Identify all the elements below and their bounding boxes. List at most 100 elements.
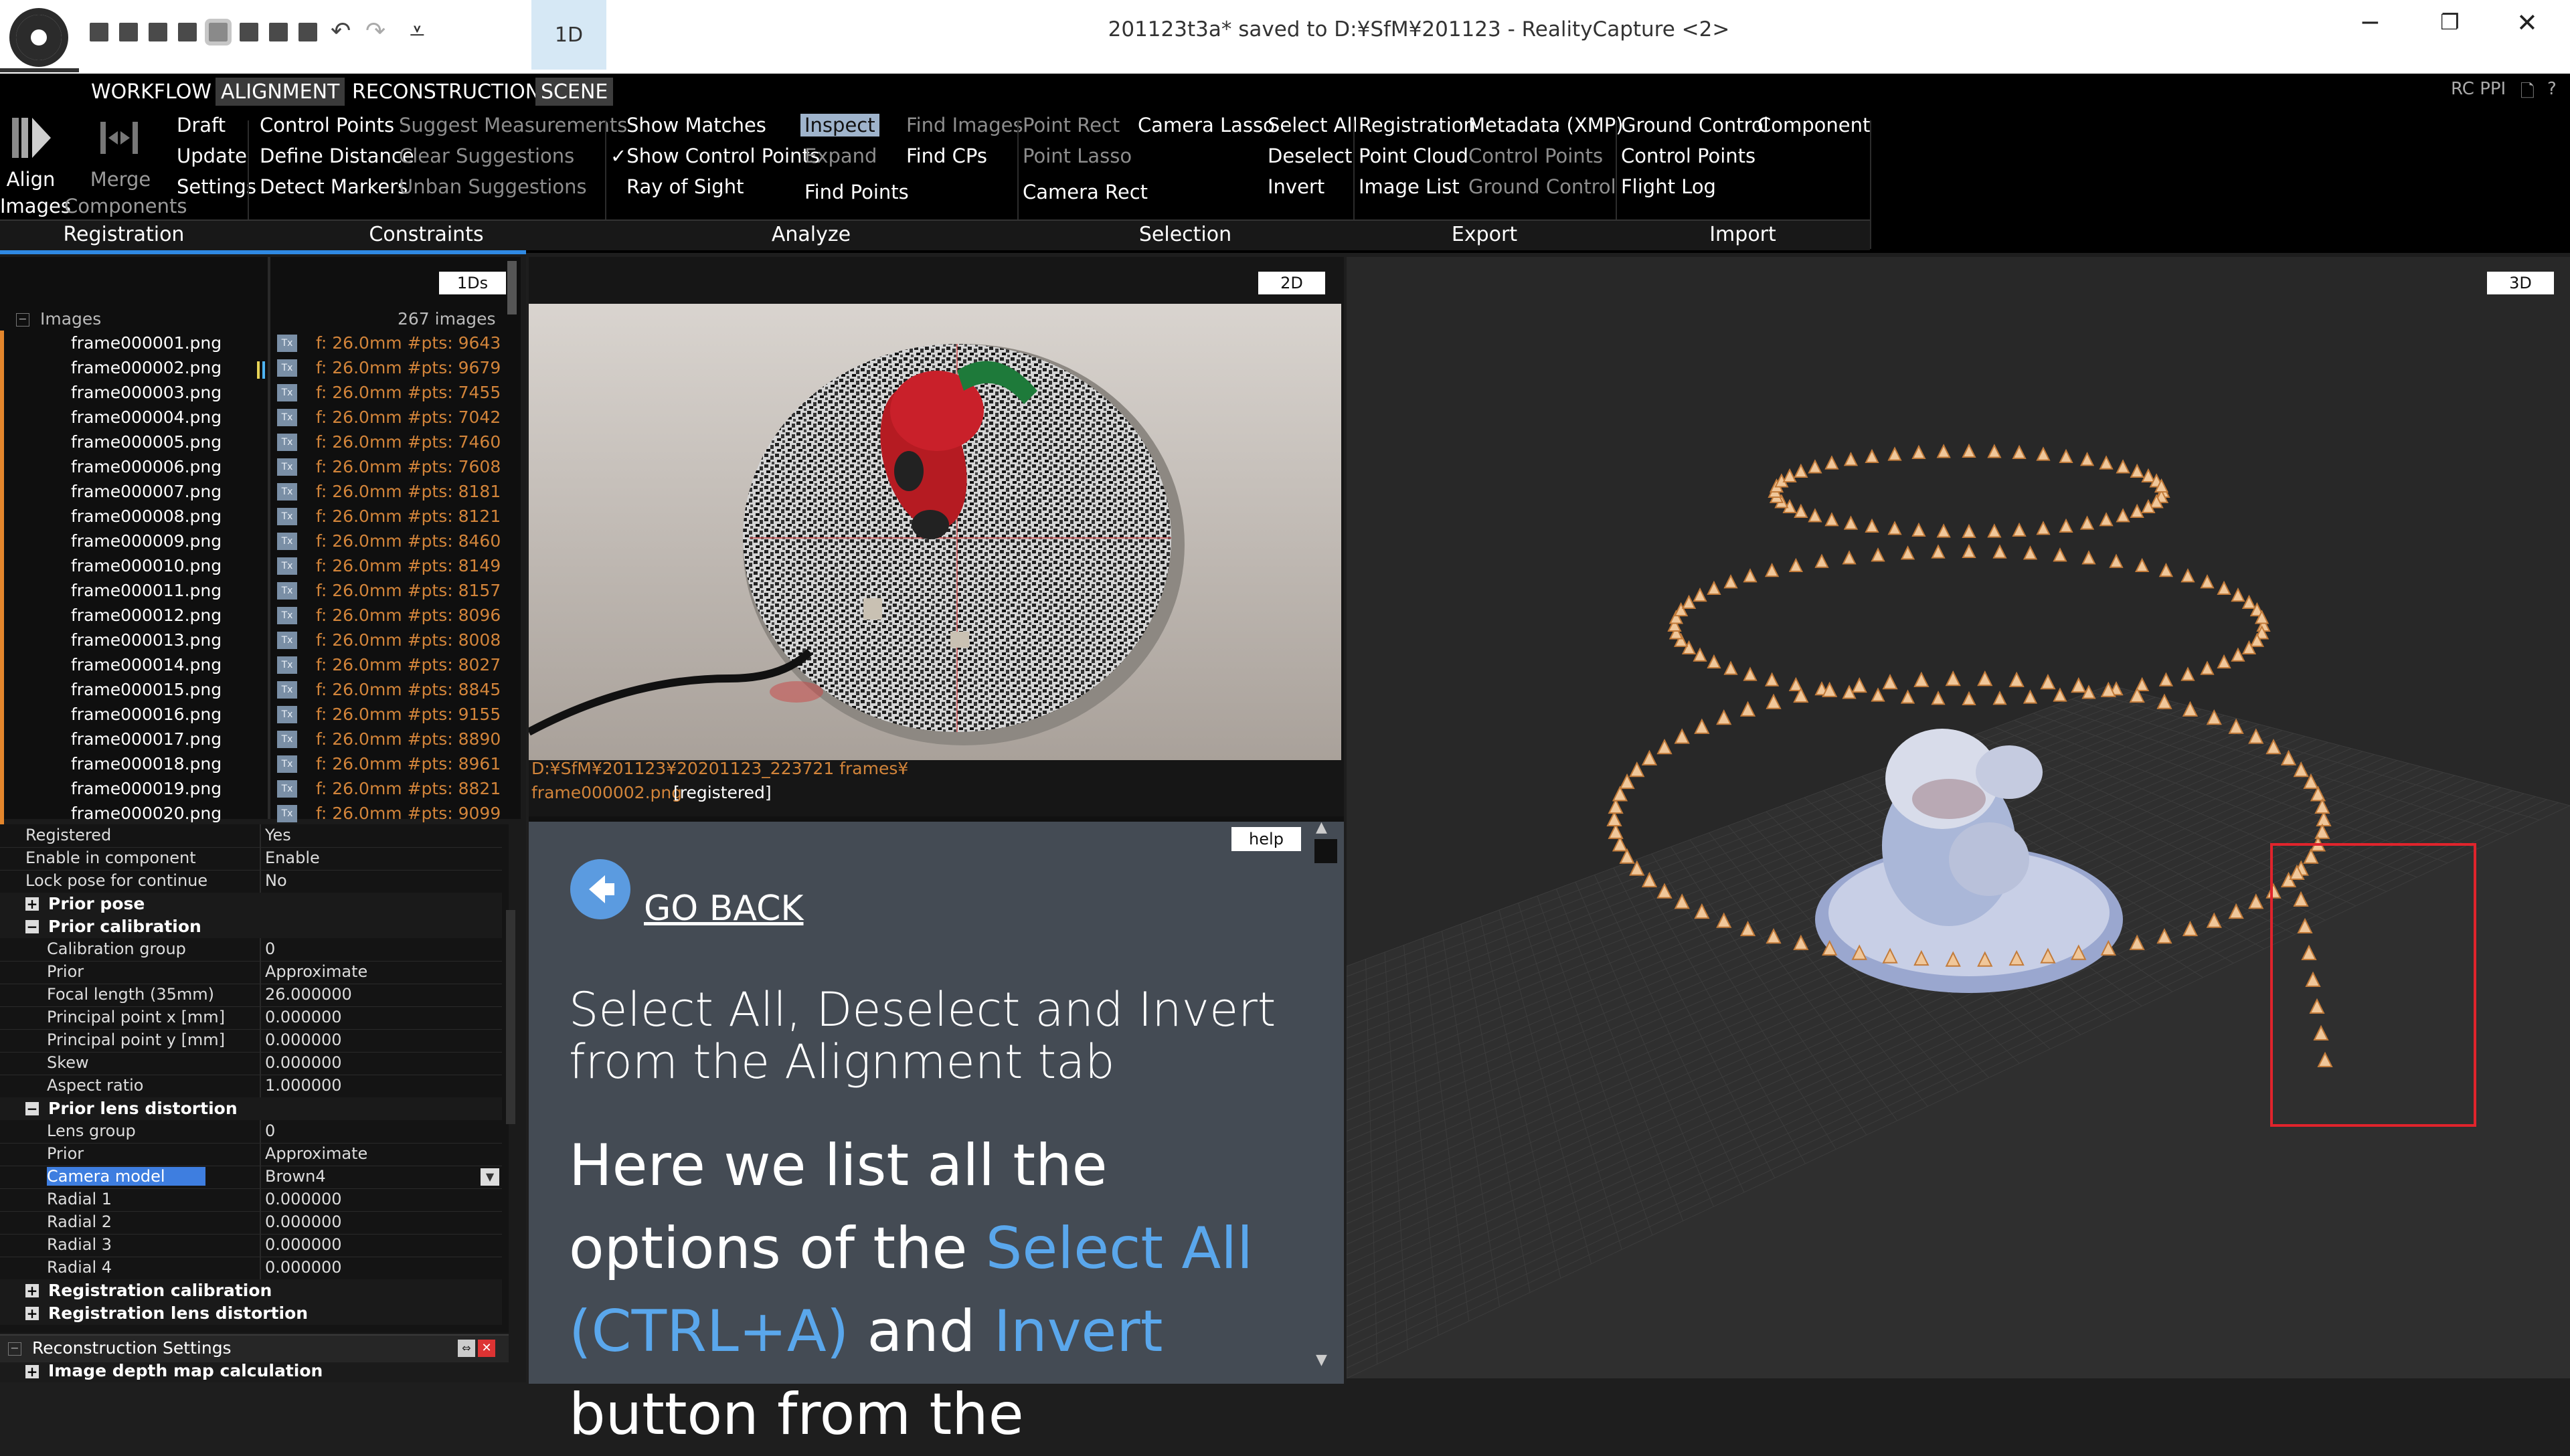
document-icon[interactable]: 🗋	[2520, 79, 2535, 108]
expand-icon[interactable]: +	[25, 1307, 39, 1320]
texture-icon[interactable]: Tx	[277, 607, 297, 624]
texture-icon[interactable]: Tx	[277, 582, 297, 600]
export-control-points-button[interactable]: Control Points	[1468, 145, 1603, 167]
image-list-item[interactable]: frame000013.png Tx f: 26.0mm #pts: 8008	[0, 628, 509, 652]
property-row[interactable]: Radial 1 0.000000	[0, 1188, 502, 1212]
help-button[interactable]: help	[1231, 827, 1301, 851]
property-row[interactable]: Skew 0.000000	[0, 1052, 502, 1075]
pin-icon[interactable]: ⇔	[458, 1340, 475, 1357]
app-logo-icon[interactable]	[5, 4, 72, 71]
layout-1-icon[interactable]	[90, 23, 108, 41]
import-component-button[interactable]: Component	[1758, 114, 1870, 136]
texture-icon[interactable]: Tx	[277, 335, 297, 352]
layout-4-icon[interactable]	[178, 23, 197, 41]
image-list-item[interactable]: frame000010.png Tx f: 26.0mm #pts: 8149	[0, 553, 509, 578]
property-row[interactable]: Radial 4 0.000000	[0, 1257, 502, 1280]
dropdown-arrow-icon[interactable]: ▼	[481, 1168, 499, 1186]
layout-8-icon[interactable]	[298, 23, 317, 41]
find-images-button[interactable]: Find Images	[906, 114, 1023, 136]
deselect-button[interactable]: Deselect	[1268, 145, 1352, 167]
layout-5-icon[interactable]	[205, 19, 232, 46]
image-list-scrollbar[interactable]	[507, 261, 517, 314]
property-row[interactable]: Prior Approximate	[0, 961, 502, 984]
layout-6-icon[interactable]	[240, 23, 258, 41]
prop-row-lock-pose[interactable]: Lock pose for continue No	[0, 870, 502, 893]
expand-icon[interactable]: +	[25, 897, 39, 911]
section-registration-calibration[interactable]: + Registration calibration	[0, 1279, 502, 1302]
3d-scene[interactable]	[1347, 257, 2570, 1378]
texture-icon[interactable]: Tx	[277, 533, 297, 550]
rc-ppi-label[interactable]: RC PPI	[2451, 79, 2506, 99]
texture-icon[interactable]: Tx	[277, 557, 297, 575]
image-depth-section[interactable]: Image depth map calculation	[48, 1361, 323, 1380]
image-list-item[interactable]: frame000011.png Tx f: 26.0mm #pts: 8157	[0, 578, 509, 603]
align-images-button[interactable]: Align Images	[0, 166, 71, 219]
texture-icon[interactable]: Tx	[277, 458, 297, 476]
view-2d-button[interactable]: 2D	[1258, 272, 1325, 294]
property-row[interactable]: Camera model Brown4 ▼	[0, 1166, 502, 1189]
texture-icon[interactable]: Tx	[277, 384, 297, 401]
find-points-button[interactable]: Find Points	[804, 181, 909, 203]
export-point-cloud-button[interactable]: Point Cloud	[1359, 145, 1468, 167]
image-list-item[interactable]: frame000012.png Tx f: 26.0mm #pts: 8096	[0, 603, 509, 628]
texture-icon[interactable]: Tx	[277, 755, 297, 773]
expand-button[interactable]: Expand	[804, 145, 877, 167]
help-scrollbar-thumb[interactable]	[1314, 839, 1337, 863]
collapse-icon[interactable]: −	[8, 1342, 21, 1356]
prop-row-enable-in-component[interactable]: Enable in component Enable	[0, 847, 502, 871]
point-rect-button[interactable]: Point Rect	[1023, 114, 1120, 136]
texture-icon[interactable]: Tx	[277, 434, 297, 451]
image-list-item[interactable]: frame000006.png Tx f: 26.0mm #pts: 7608	[0, 454, 509, 479]
property-row[interactable]: Principal point y [mm] 0.000000	[0, 1029, 502, 1053]
go-back-icon[interactable]	[570, 859, 630, 919]
texture-icon[interactable]: Tx	[277, 483, 297, 500]
images-node-label[interactable]: Images	[40, 309, 101, 329]
draft-button[interactable]: Draft	[177, 114, 226, 136]
define-distance-button[interactable]: Define Distance	[260, 145, 414, 167]
suggest-measurements-button[interactable]: Suggest Measurements	[399, 114, 627, 136]
expand-icon[interactable]: +	[25, 1284, 39, 1297]
detect-markers-button[interactable]: Detect Markers	[260, 175, 408, 198]
layout-2-icon[interactable]	[119, 23, 138, 41]
view-1ds-button[interactable]: 1Ds	[439, 272, 506, 294]
select-all-button[interactable]: Select All	[1268, 114, 1358, 136]
image-list-item[interactable]: frame000017.png Tx f: 26.0mm #pts: 8890	[0, 727, 509, 751]
section-registration-lens-distortion[interactable]: + Registration lens distortion	[0, 1302, 502, 1325]
image-list-item[interactable]: frame000009.png Tx f: 26.0mm #pts: 8460	[0, 529, 509, 553]
update-button[interactable]: Update	[177, 145, 247, 167]
section-prior-pose[interactable]: + Prior pose	[0, 893, 502, 915]
image-list-item[interactable]: frame000001.png Tx f: 26.0mm #pts: 9643	[0, 331, 509, 355]
undo-icon[interactable]: ↶	[331, 17, 351, 45]
tab-reconstruction[interactable]: RECONSTRUCTION	[347, 78, 545, 106]
image-list-item[interactable]: frame000007.png Tx f: 26.0mm #pts: 8181	[0, 479, 509, 504]
prop-row-registered[interactable]: Registered Yes	[0, 824, 502, 848]
property-row[interactable]: Principal point x [mm] 0.000000	[0, 1006, 502, 1030]
texture-icon[interactable]: Tx	[277, 508, 297, 525]
help-circle-icon[interactable]: ?	[2547, 79, 2557, 99]
tab-alignment[interactable]: ALIGNMENT	[216, 78, 345, 106]
inspect-button[interactable]: Inspect	[800, 114, 879, 136]
texture-icon[interactable]: Tx	[277, 731, 297, 748]
texture-icon[interactable]: Tx	[277, 632, 297, 649]
export-ground-control-button[interactable]: Ground Control	[1468, 175, 1616, 198]
camera-lasso-button[interactable]: Camera Lasso	[1138, 114, 1275, 136]
merge-components-button[interactable]: Merge Components	[64, 166, 187, 219]
control-points-button[interactable]: Control Points	[260, 114, 394, 136]
image-list-item[interactable]: frame000005.png Tx f: 26.0mm #pts: 7460	[0, 430, 509, 454]
image-list-item[interactable]: frame000018.png Tx f: 26.0mm #pts: 8961	[0, 751, 509, 776]
section-prior-calibration[interactable]: − Prior calibration	[0, 915, 502, 938]
go-back-link[interactable]: GO BACK	[644, 889, 804, 929]
view-3d-button[interactable]: 3D	[2487, 272, 2554, 294]
layout-tab-1d[interactable]: 1D	[531, 0, 606, 70]
image-list-item[interactable]: frame000003.png Tx f: 26.0mm #pts: 7455	[0, 380, 509, 405]
scroll-up-icon[interactable]: ▲	[1316, 819, 1327, 836]
property-row[interactable]: Radial 3 0.000000	[0, 1234, 502, 1257]
image-list-item[interactable]: frame000002.png Tx f: 26.0mm #pts: 9679	[0, 355, 509, 380]
export-registration-button[interactable]: Registration	[1359, 114, 1476, 136]
collapse-icon[interactable]: −	[25, 1102, 39, 1115]
collapse-icon[interactable]: −	[25, 920, 39, 933]
texture-icon[interactable]: Tx	[277, 706, 297, 723]
minimize-icon[interactable]: ─	[2363, 8, 2378, 37]
property-row[interactable]: Lens group 0	[0, 1120, 502, 1144]
image-list-item[interactable]: frame000015.png Tx f: 26.0mm #pts: 8845	[0, 677, 509, 702]
